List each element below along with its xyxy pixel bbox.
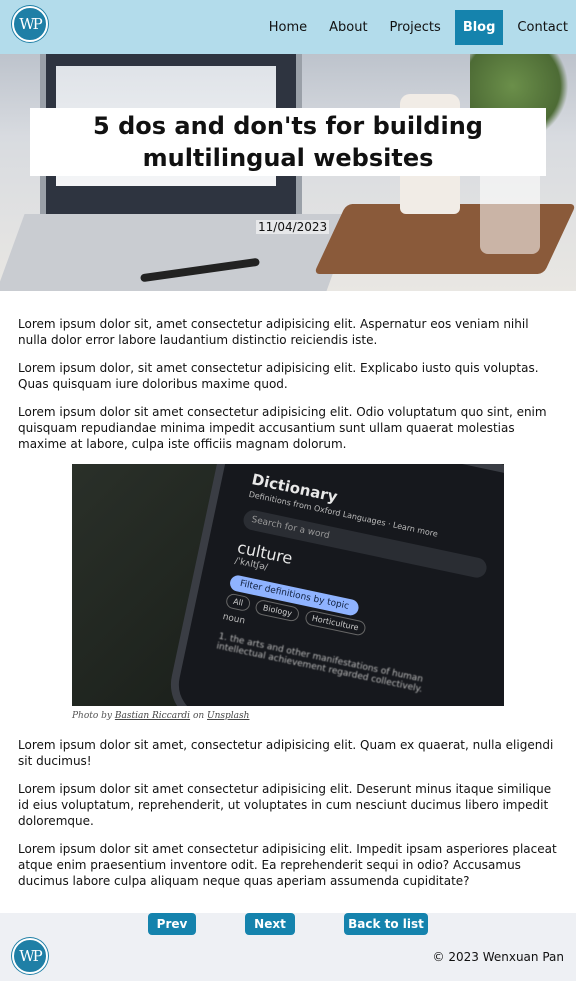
nav-blog[interactable]: Blog bbox=[454, 10, 504, 45]
caption-prefix: Photo by bbox=[72, 711, 113, 721]
logo-text: WP bbox=[19, 947, 42, 965]
phone-chip: All bbox=[224, 592, 252, 613]
site-footer: WP © 2023 Wenxuan Pan bbox=[0, 935, 576, 981]
footer-logo[interactable]: WP bbox=[12, 938, 48, 974]
caption-author-link[interactable]: Bastian Riccardi bbox=[115, 711, 190, 721]
caption-mid: on bbox=[192, 711, 205, 721]
paragraph: Lorem ipsum dolor sit amet, consectetur … bbox=[18, 738, 554, 768]
post-title: 5 dos and don'ts for building multilingu… bbox=[30, 108, 546, 176]
site-logo[interactable]: WP bbox=[12, 6, 48, 42]
hero-banner: 5 dos and don'ts for building multilingu… bbox=[0, 54, 576, 291]
paragraph: Lorem ipsum dolor sit amet consectetur a… bbox=[18, 782, 552, 828]
next-button[interactable]: Next bbox=[245, 913, 295, 935]
logo-text: WP bbox=[19, 15, 42, 33]
nav-contact[interactable]: Contact bbox=[509, 10, 576, 45]
nav-projects[interactable]: Projects bbox=[382, 10, 449, 45]
copyright-text: © 2023 Wenxuan Pan bbox=[432, 950, 564, 964]
paragraph: Lorem ipsum dolor sit amet consectetur a… bbox=[18, 842, 557, 888]
phone-photo: Dictionary Definitions from Oxford Langu… bbox=[72, 464, 504, 706]
paragraph: Lorem ipsum dolor sit amet consectetur a… bbox=[18, 405, 547, 451]
post-date: 11/04/2023 bbox=[256, 220, 330, 234]
paragraph: Lorem ipsum dolor sit, amet consectetur … bbox=[18, 317, 529, 347]
figure-caption: Photo by Bastian Riccardi on Unsplash bbox=[72, 709, 504, 723]
post-figure: Dictionary Definitions from Oxford Langu… bbox=[72, 464, 504, 723]
caption-source-link[interactable]: Unsplash bbox=[207, 711, 249, 721]
back-to-list-button[interactable]: Back to list bbox=[344, 913, 428, 935]
nav-about[interactable]: About bbox=[321, 10, 375, 45]
paragraph: Lorem ipsum dolor, sit amet consectetur … bbox=[18, 361, 539, 391]
site-header: WP Home About Projects Blog Contact bbox=[0, 0, 576, 54]
prev-button[interactable]: Prev bbox=[148, 913, 196, 935]
post-article: Lorem ipsum dolor sit, amet consectetur … bbox=[18, 316, 560, 901]
nav-home[interactable]: Home bbox=[261, 10, 315, 45]
main-nav: Home About Projects Blog Contact bbox=[261, 10, 576, 45]
